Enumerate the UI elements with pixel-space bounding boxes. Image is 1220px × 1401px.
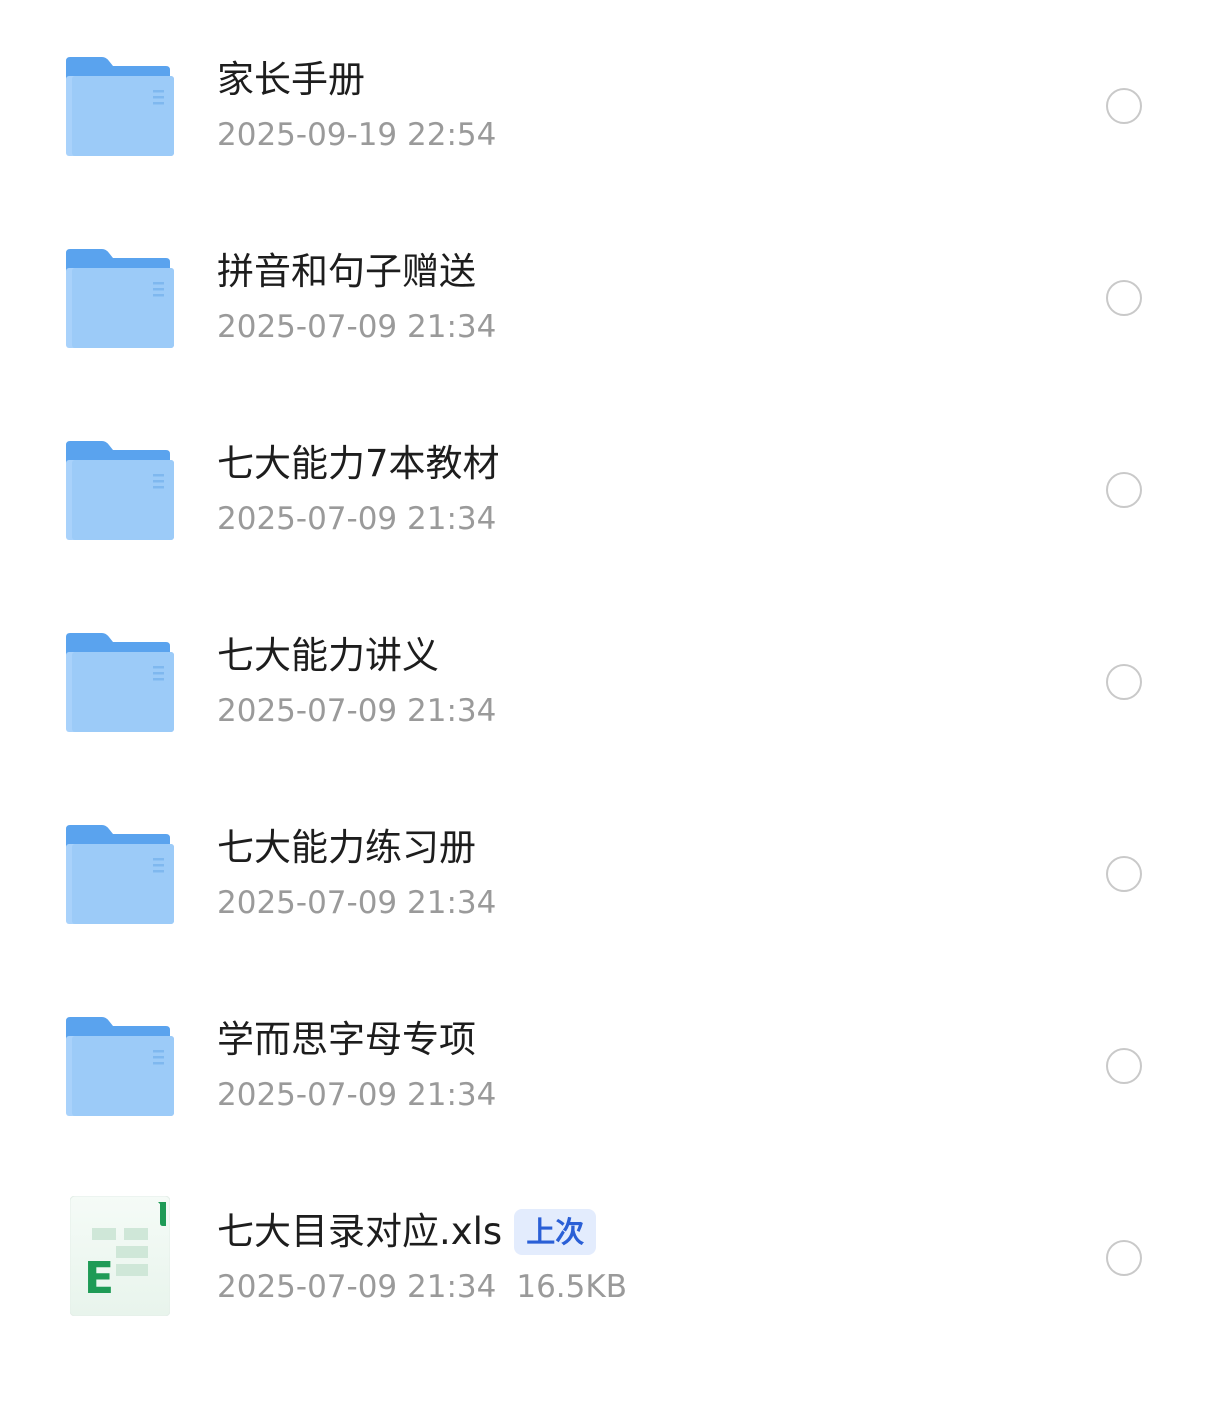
folder-icon	[66, 57, 174, 157]
file-list: 家长手册 2025-09-19 22:54 拼音和句子赠送 2025-07-09…	[0, 0, 1220, 1339]
item-datetime: 2025-07-09 21:34	[217, 1269, 497, 1305]
item-name: 七大目录对应.xls 上次	[217, 1209, 597, 1255]
item-datetime: 2025-07-09 21:34	[217, 885, 497, 921]
item-name-text: 家长手册	[217, 58, 365, 101]
folder-icon	[66, 249, 174, 349]
item-name-text: 七大能力7本教材	[217, 442, 500, 485]
item-name: 七大能力讲义	[217, 633, 439, 679]
item-datetime: 2025-07-09 21:34	[217, 693, 497, 729]
folder-icon	[66, 1017, 174, 1117]
recent-badge: 上次	[514, 1209, 597, 1255]
folder-icon	[66, 441, 174, 541]
folder-icon	[66, 825, 174, 925]
item-name: 学而思字母专项	[217, 1017, 476, 1063]
item-name-text: 学而思字母专项	[217, 1018, 476, 1061]
item-datetime: 2025-07-09 21:34	[217, 1077, 497, 1113]
item-size: 16.5KB	[516, 1269, 627, 1305]
item-name-text: 七大能力练习册	[217, 826, 476, 869]
item-name-text: 七大能力讲义	[217, 634, 439, 677]
item-name-text: 拼音和句子赠送	[217, 250, 476, 293]
item-datetime: 2025-07-09 21:34	[217, 501, 497, 537]
item-name: 七大能力7本教材	[217, 441, 500, 487]
folder-icon	[66, 633, 174, 733]
select-radio[interactable]	[1106, 472, 1142, 508]
list-item-folder[interactable]: 七大能力7本教材 2025-07-09 21:34	[0, 441, 1220, 633]
item-meta: 2025-07-09 21:34	[217, 883, 496, 923]
item-meta: 2025-07-09 21:34	[217, 307, 496, 347]
select-radio[interactable]	[1106, 280, 1142, 316]
list-item-folder[interactable]: 拼音和句子赠送 2025-07-09 21:34	[0, 249, 1220, 441]
excel-file-icon: E	[70, 1196, 170, 1316]
select-radio[interactable]	[1106, 1240, 1142, 1276]
item-datetime: 2025-09-19 22:54	[217, 117, 497, 153]
item-meta: 2025-09-19 22:54	[217, 115, 496, 155]
list-item-folder[interactable]: 七大能力讲义 2025-07-09 21:34	[0, 633, 1220, 825]
list-item-file[interactable]: E 七大目录对应.xls 上次 2025-07-09 21:34 16.5KB	[0, 1196, 1220, 1401]
select-radio[interactable]	[1106, 664, 1142, 700]
list-item-folder[interactable]: 学而思字母专项 2025-07-09 21:34	[0, 1017, 1220, 1209]
svg-text:E: E	[84, 1253, 114, 1304]
item-meta: 2025-07-09 21:34	[217, 499, 496, 539]
select-radio[interactable]	[1106, 856, 1142, 892]
item-meta: 2025-07-09 21:34 16.5KB	[217, 1267, 627, 1307]
item-meta: 2025-07-09 21:34	[217, 1075, 496, 1115]
item-meta: 2025-07-09 21:34	[217, 691, 496, 731]
item-name: 家长手册	[217, 57, 365, 103]
item-name: 七大能力练习册	[217, 825, 476, 871]
item-datetime: 2025-07-09 21:34	[217, 309, 497, 345]
item-name: 拼音和句子赠送	[217, 249, 476, 295]
item-name-text: 七大目录对应.xls	[217, 1210, 503, 1253]
select-radio[interactable]	[1106, 88, 1142, 124]
list-item-folder[interactable]: 家长手册 2025-09-19 22:54	[0, 57, 1220, 249]
list-item-folder[interactable]: 七大能力练习册 2025-07-09 21:34	[0, 825, 1220, 1017]
select-radio[interactable]	[1106, 1048, 1142, 1084]
